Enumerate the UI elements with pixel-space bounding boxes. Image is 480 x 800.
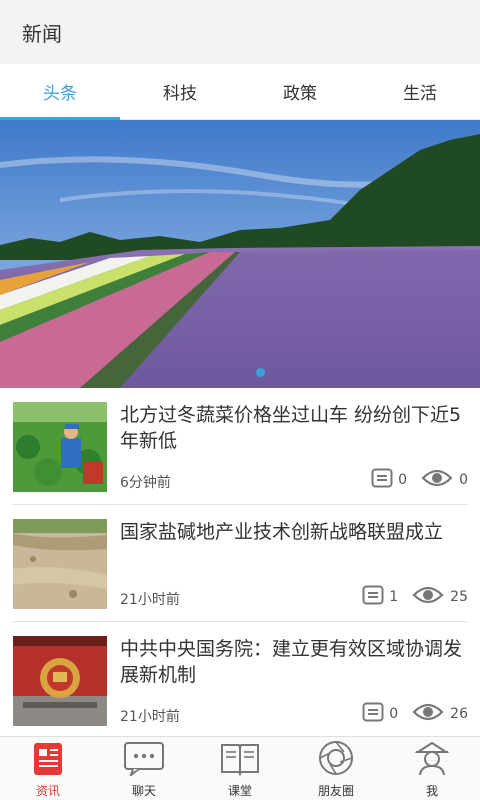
- news-thumbnail: [13, 519, 107, 609]
- eye-icon: [412, 702, 444, 726]
- profile-icon: [412, 740, 452, 780]
- news-icon: [32, 740, 64, 780]
- category-tabs: 头条 科技 政策 生活: [0, 64, 480, 120]
- news-stats: 1 25: [362, 585, 468, 609]
- news-thumbnail: [13, 402, 107, 492]
- nav-class[interactable]: 课堂: [192, 737, 288, 800]
- view-count: 25: [450, 589, 468, 605]
- moments-icon: [316, 740, 356, 780]
- app-bar: 新闻: [0, 0, 480, 64]
- eye-icon: [421, 468, 453, 492]
- news-item[interactable]: 国家盐碱地产业技术创新战略联盟成立 21小时前 1 25: [0, 505, 480, 622]
- comment-count: 1: [389, 589, 399, 605]
- chat-icon: [123, 740, 165, 780]
- view-count: 0: [459, 472, 468, 488]
- comment-icon: [362, 702, 384, 726]
- news-time: 21小时前: [120, 709, 180, 725]
- nav-label: 课堂: [227, 784, 252, 798]
- nav-me[interactable]: 我: [384, 737, 480, 800]
- banner-carousel[interactable]: [0, 120, 480, 388]
- bottom-navigation: 资讯 聊天 课堂 朋友圈 我: [0, 736, 480, 800]
- nav-news[interactable]: 资讯: [0, 737, 96, 800]
- nav-label: 聊天: [131, 784, 156, 798]
- news-stats: 0 26: [362, 702, 468, 726]
- view-count: 26: [450, 706, 468, 722]
- news-list: 北方过冬蔬菜价格坐过山车 纷纷创下近5年新低 6分钟前 0 0 国家盐碱地产业技…: [0, 388, 480, 736]
- news-time: 21小时前: [120, 592, 180, 608]
- comment-count: 0: [398, 472, 408, 488]
- comment-icon: [362, 585, 384, 609]
- tab-technology[interactable]: 科技: [120, 64, 240, 119]
- banner-image: [0, 120, 480, 388]
- news-stats: 0 0: [371, 468, 468, 492]
- eye-icon: [412, 585, 444, 609]
- news-item[interactable]: 北方过冬蔬菜价格坐过山车 纷纷创下近5年新低 6分钟前 0 0: [0, 388, 480, 505]
- news-time: 6分钟前: [120, 475, 171, 491]
- news-headline: 国家盐碱地产业技术创新战略联盟成立: [120, 521, 444, 543]
- tab-policy[interactable]: 政策: [240, 64, 360, 119]
- nav-moments[interactable]: 朋友圈: [288, 737, 384, 800]
- nav-label: 我: [425, 784, 438, 798]
- comment-icon: [371, 468, 393, 492]
- nav-label: 朋友圈: [317, 784, 354, 798]
- carousel-indicator[interactable]: [256, 368, 265, 377]
- book-icon: [219, 740, 261, 780]
- tab-life[interactable]: 生活: [360, 64, 480, 119]
- tab-headlines[interactable]: 头条: [0, 64, 120, 120]
- page-title: 新闻: [22, 21, 62, 46]
- news-headline: 北方过冬蔬菜价格坐过山车 纷纷创下近5年新低: [120, 404, 462, 452]
- news-thumbnail: [13, 636, 107, 726]
- comment-count: 0: [389, 706, 399, 722]
- news-item[interactable]: 中共中央国务院：建立更有效区域协调发展新机制 21小时前 0 26: [0, 622, 480, 736]
- news-headline: 中共中央国务院：建立更有效区域协调发展新机制: [120, 638, 463, 686]
- nav-label: 资讯: [35, 784, 60, 798]
- nav-chat[interactable]: 聊天: [96, 737, 192, 800]
